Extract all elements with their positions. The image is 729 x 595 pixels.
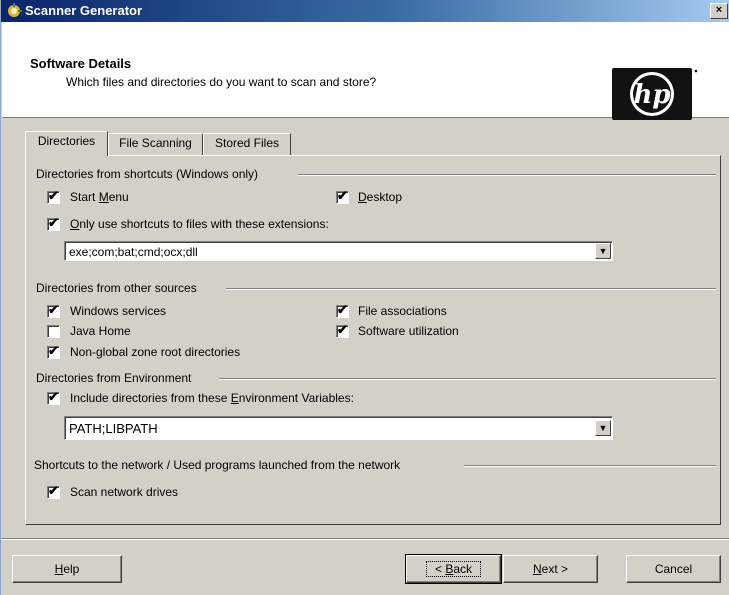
group-title-environment: Directories from Environment <box>36 371 192 385</box>
tab-stored-files[interactable]: Stored Files <box>203 133 291 156</box>
group-title-network: Shortcuts to the network / Used programs… <box>34 458 401 472</box>
tab-directories[interactable]: Directories <box>25 131 108 156</box>
file-associations-checkbox[interactable]: ✔ <box>336 303 349 318</box>
chevron-down-icon[interactable]: ▼ <box>595 420 611 436</box>
group-divider <box>464 465 716 467</box>
extensions-combobox[interactable]: exe;com;bat;cmd;ocx;dll ▼ <box>64 241 613 261</box>
group-title-other-sources: Directories from other sources <box>36 281 197 295</box>
close-icon[interactable]: × <box>710 3 728 19</box>
scan-network-drives-label[interactable]: Scan network drives <box>70 485 178 499</box>
java-home-checkbox[interactable] <box>47 325 60 338</box>
desktop-label[interactable]: Desktop <box>358 190 402 204</box>
chevron-down-icon[interactable]: ▼ <box>595 243 611 259</box>
page-subtitle: Which files and directories do you want … <box>66 75 377 89</box>
help-button[interactable]: Help <box>12 555 122 583</box>
only-use-shortcuts-label[interactable]: Only use shortcuts to files with these e… <box>70 217 329 231</box>
include-env-vars-checkbox[interactable]: ✔ <box>47 390 60 405</box>
group-divider <box>226 288 716 290</box>
java-home-label[interactable]: Java Home <box>70 324 131 338</box>
non-global-zone-checkbox[interactable]: ✔ <box>47 344 60 359</box>
cancel-button[interactable]: Cancel <box>626 555 721 583</box>
only-use-shortcuts-checkbox[interactable]: ✔ <box>47 216 60 231</box>
desktop-checkbox[interactable]: ✔ <box>336 189 349 204</box>
window-title: Scanner Generator <box>25 3 143 18</box>
scan-network-drives-checkbox[interactable]: ✔ <box>47 484 60 499</box>
windows-services-label[interactable]: Windows services <box>70 304 166 318</box>
start-menu-label[interactable]: Start Menu <box>70 190 129 204</box>
include-env-vars-label[interactable]: Include directories from these Environme… <box>70 391 354 405</box>
next-button[interactable]: Next > <box>503 555 598 583</box>
software-utilization-label[interactable]: Software utilization <box>358 324 459 338</box>
software-utilization-checkbox[interactable]: ✔ <box>336 323 349 338</box>
hp-logo: hp <box>612 68 698 123</box>
env-vars-combobox[interactable]: PATH;LIBPATH ▼ <box>64 416 613 440</box>
file-associations-label[interactable]: File associations <box>358 304 447 318</box>
svg-text:hp: hp <box>633 80 670 110</box>
title-bar[interactable]: Scanner Generator × <box>1 0 729 22</box>
dialog-window: Scanner Generator × Software Details Whi… <box>0 0 729 595</box>
start-menu-checkbox[interactable]: ✔ <box>47 189 60 204</box>
group-title-shortcuts: Directories from shortcuts (Windows only… <box>36 167 259 181</box>
group-divider <box>298 174 716 176</box>
windows-services-checkbox[interactable]: ✔ <box>47 303 60 318</box>
scanner-generator-app-icon <box>8 3 22 17</box>
non-global-zone-label[interactable]: Non-global zone root directories <box>70 345 240 359</box>
env-vars-value: PATH;LIBPATH <box>69 421 158 436</box>
page-title: Software Details <box>30 56 132 71</box>
directories-panel: Directories from shortcuts (Windows only… <box>25 155 721 525</box>
back-button[interactable]: < Back <box>405 554 502 584</box>
footer-divider <box>1 538 729 540</box>
group-divider <box>219 378 716 380</box>
tab-file-scanning[interactable]: File Scanning <box>108 133 203 156</box>
wizard-header: Software Details Which files and directo… <box>2 22 729 120</box>
extensions-value: exe;com;bat;cmd;ocx;dll <box>69 245 198 259</box>
